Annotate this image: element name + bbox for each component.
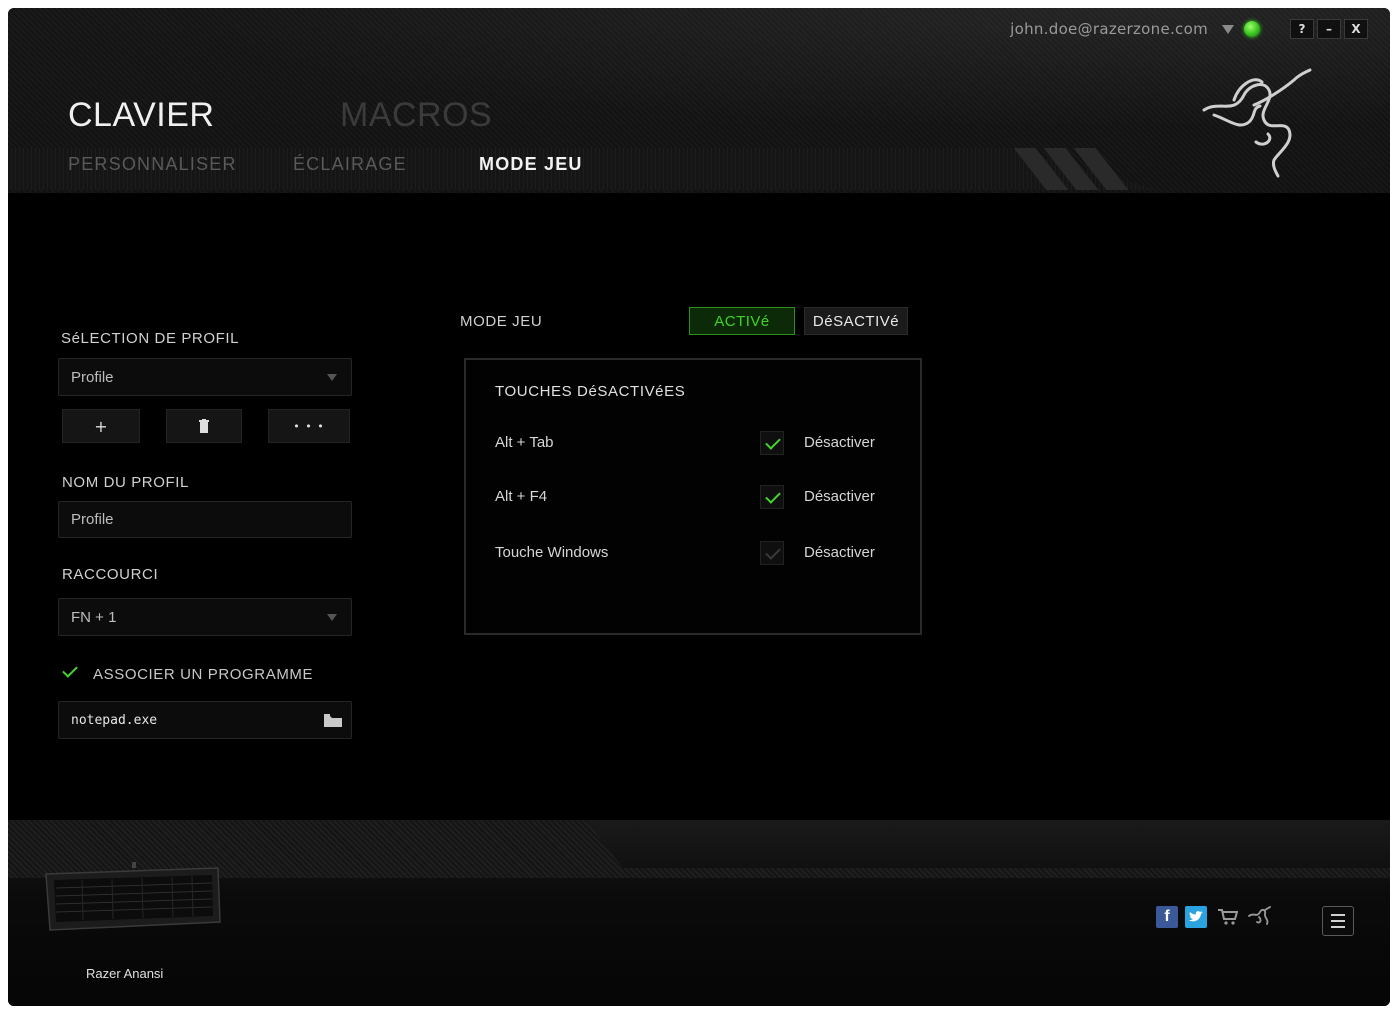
subtab-eclairage[interactable]: ÉCLAIRAGE (293, 154, 407, 175)
profile-select-value: Profile (71, 368, 114, 386)
game-mode-off-button[interactable]: DéSACTIVé (804, 307, 908, 335)
menu-button[interactable] (1322, 906, 1354, 936)
minimize-button[interactable]: – (1317, 19, 1341, 39)
add-profile-button[interactable]: + (62, 409, 140, 443)
disabled-keys-title: TOUCHES DéSACTIVéES (495, 383, 686, 400)
key-name-alt-f4: Alt + F4 (495, 488, 548, 505)
profile-selection-label: SéLECTION DE PROFIL (61, 330, 240, 347)
folder-icon[interactable] (324, 714, 342, 727)
checkmark-icon (765, 488, 781, 504)
shortcut-select[interactable]: FN + 1 (58, 598, 352, 636)
key-name-alt-tab: Alt + Tab (495, 434, 554, 451)
link-program-label: ASSOCIER UN PROGRAMME (93, 666, 314, 683)
profile-name-value: Profile (71, 511, 114, 528)
ellipsis-icon: • • • (293, 419, 325, 433)
more-options-button[interactable]: • • • (268, 409, 350, 443)
help-button[interactable]: ? (1290, 19, 1314, 39)
device-name: Razer Anansi (86, 966, 164, 981)
tab-macros[interactable]: MACROS (340, 96, 492, 135)
shortcut-label: RACCOURCI (62, 566, 159, 583)
key-name-windows: Touche Windows (495, 544, 609, 561)
twitter-icon[interactable] (1185, 906, 1207, 928)
tab-clavier[interactable]: CLAVIER (68, 96, 214, 135)
razer-icon[interactable] (1246, 906, 1272, 928)
checkmark-icon (765, 544, 781, 560)
shortcut-value: FN + 1 (71, 608, 117, 626)
link-program-checkbox[interactable] (60, 662, 80, 684)
twitter-bird-glyph (1189, 911, 1203, 922)
program-path-value: notepad.exe (71, 712, 158, 728)
close-button[interactable]: X (1344, 19, 1368, 39)
checkmark-icon (765, 434, 781, 450)
cart-glyph (1218, 909, 1238, 925)
disable-alt-f4-label: Désactiver (804, 488, 875, 505)
plus-icon: + (94, 416, 108, 436)
hamburger-line (1331, 920, 1345, 922)
keyboard-device-image[interactable] (42, 860, 222, 935)
hamburger-line (1331, 914, 1345, 916)
disable-alt-tab-checkbox[interactable] (760, 431, 784, 455)
disable-windows-key-label: Désactiver (804, 544, 875, 561)
disable-alt-tab-label: Désactiver (804, 434, 875, 451)
delete-profile-button[interactable] (166, 409, 242, 443)
cart-icon[interactable] (1216, 906, 1240, 928)
razer-synapse-window: john.doe@razerzone.com ? – X CLAVIER MAC… (8, 8, 1390, 1006)
disable-alt-f4-checkbox[interactable] (760, 485, 784, 509)
profile-name-label: NOM DU PROFIL (62, 474, 189, 491)
hamburger-line (1331, 926, 1345, 928)
disable-windows-key-checkbox[interactable] (760, 541, 784, 565)
program-path-input[interactable]: notepad.exe (58, 701, 352, 739)
subtab-personnaliser[interactable]: PERSONNALISER (68, 154, 237, 175)
account-bar: john.doe@razerzone.com ? – X (1010, 18, 1368, 40)
checkmark-icon (62, 662, 78, 678)
game-mode-on-button[interactable]: ACTIVé (689, 307, 795, 335)
user-email[interactable]: john.doe@razerzone.com (1010, 20, 1208, 38)
chevron-down-icon (327, 374, 337, 381)
razer-small-logo-glyph (1248, 906, 1271, 925)
razer-snake-logo-icon (1202, 68, 1312, 178)
chevron-down-icon (327, 614, 337, 621)
window-controls: ? – X (1290, 19, 1368, 39)
profile-name-input[interactable]: Profile (58, 501, 352, 538)
online-status-icon (1244, 21, 1260, 37)
game-mode-label: MODE JEU (460, 313, 543, 330)
facebook-icon[interactable]: f (1156, 906, 1178, 928)
trash-icon (199, 419, 209, 433)
subtab-mode-jeu[interactable]: MODE JEU (479, 154, 583, 175)
profile-select[interactable]: Profile (58, 358, 352, 396)
account-dropdown-icon[interactable] (1222, 24, 1234, 34)
